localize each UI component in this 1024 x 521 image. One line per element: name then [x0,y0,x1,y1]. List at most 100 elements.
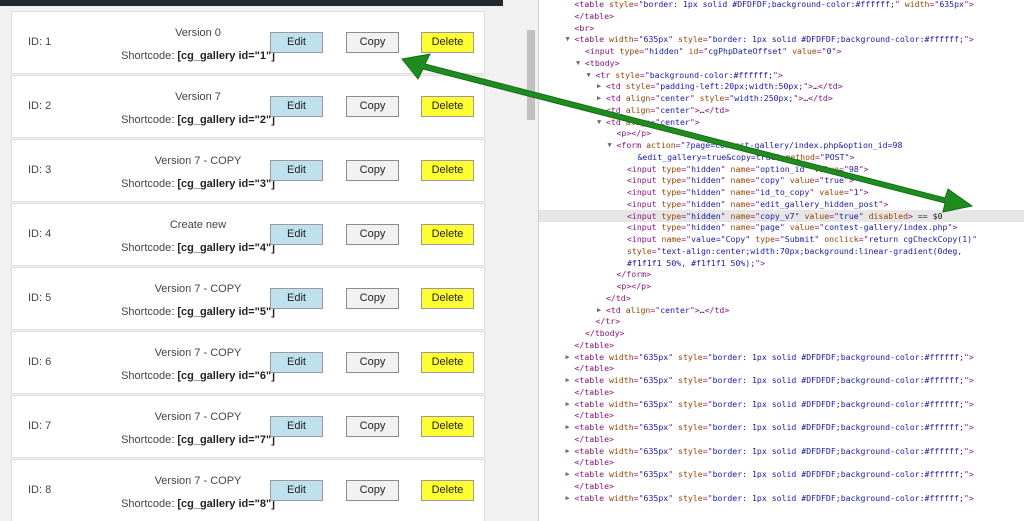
expand-triangle-icon[interactable]: ▶ [597,80,601,92]
edit-button[interactable]: Edit [270,160,323,181]
expand-triangle-icon[interactable]: ▶ [566,468,570,480]
expand-triangle-icon[interactable]: ▶ [566,492,570,504]
dom-node-line[interactable]: <p></p> [539,127,1024,139]
dom-node-line[interactable]: <p></p> [539,280,1024,292]
collapse-triangle-icon[interactable]: ▼ [576,57,580,69]
expand-triangle-icon[interactable]: ▶ [597,92,601,104]
dom-node-line[interactable]: </table> [539,362,1024,374]
dom-node-line[interactable]: <input type="hidden" name="page" value="… [539,221,1024,233]
html-tag-text: =" [698,46,709,56]
attribute-value: text-align:center;width:70px;background:… [661,245,963,256]
dom-node-line[interactable]: <input type="hidden" name="copy" value="… [539,174,1024,186]
dom-node-line[interactable]: <input name="value="Copy" type="Submit" … [539,233,1024,245]
dom-node-line[interactable]: </table> [539,10,1024,22]
gallery-id: ID: 6 [28,356,52,368]
delete-button[interactable]: Delete [421,224,474,245]
delete-button[interactable]: Delete [421,160,474,181]
attribute-name: style [678,34,703,45]
html-tag-text: " [720,198,731,209]
dom-node-line[interactable]: ▶ <table width="635px" style="border: 1px… [539,421,1024,433]
dom-node-line[interactable]: </table> [539,456,1024,468]
copy-button[interactable]: Copy [346,416,399,437]
scrollbar[interactable] [526,10,536,521]
edit-button[interactable]: Edit [270,96,323,117]
html-tag-text: </td> [606,292,631,303]
dom-node-line[interactable]: </table> [539,409,1024,421]
attribute-name: name [730,163,751,174]
dom-node-line[interactable]: ▶ <td align="center">…</td> [539,104,1024,116]
delete-button[interactable]: Delete [421,352,474,373]
edit-button[interactable]: Edit [270,352,323,373]
dom-node-line[interactable]: ▶ <table width="635px" style="border: 1px… [539,398,1024,410]
html-tag-text: "> [843,175,854,186]
dom-node-line[interactable]: &edit_gallery=true&copy=true" method="PO… [539,151,1024,163]
dom-node-line[interactable]: ▶ <td align="center">…</td> [539,304,1024,316]
copy-button[interactable]: Copy [346,352,399,373]
dom-node-line[interactable]: style="text-align:center;width:70px;back… [539,245,1024,257]
html-tag-text: =" [633,398,644,409]
delete-button[interactable]: Delete [421,480,474,501]
dom-node-line[interactable]: <input type="hidden" name="option_id" va… [539,163,1024,175]
edit-button[interactable]: Edit [270,416,323,437]
dom-node-line[interactable]: ▼ <form action="?page=contest-gallery/ind… [539,139,1024,151]
dom-node-line[interactable]: ▼ <tr style="background-color:#ffffff;"> [539,69,1024,81]
html-tag-text: "> [772,69,783,80]
dom-node-line[interactable]: <input type="hidden" name="id_to_copy" v… [539,186,1024,198]
dom-node-line[interactable]: ▶ <table width="635px" style="border: 1px… [539,468,1024,480]
edit-button[interactable]: Edit [270,224,323,245]
expand-triangle-icon[interactable]: ▶ [566,374,570,386]
html-tag-text: <table [574,469,610,479]
expand-triangle-icon[interactable]: ▶ [566,351,570,363]
dom-node-line[interactable]: </table> [539,480,1024,492]
dom-node-line[interactable]: </tr> [539,315,1024,327]
dom-node-line[interactable]: <input type="hidden" id="cgPhpDateOffset… [539,45,1024,57]
dom-node-line[interactable]: </tbody> [539,327,1024,339]
delete-button[interactable]: Delete [421,288,474,309]
dom-node-line[interactable]: <table style="border: 1px solid #DFDFDF;… [539,0,1024,10]
copy-button[interactable]: Copy [346,96,399,117]
dom-node-line[interactable]: ▶ <td align="center" style="width:250px;"… [539,92,1024,104]
dom-node-line[interactable]: <br> [539,22,1024,34]
expand-triangle-icon[interactable]: ▶ [566,445,570,457]
collapse-triangle-icon[interactable]: ▼ [566,33,570,45]
dom-node-line[interactable]: ▶ <table width="635px" style="border: 1px… [539,445,1024,457]
html-tag-text: <form [616,140,647,150]
dom-node-line[interactable]: </td> [539,292,1024,304]
dom-node-line[interactable]: #f1f1f1 50%, #f1f1f1 50%);"> [539,257,1024,269]
copy-button[interactable]: Copy [346,32,399,53]
dom-node-line[interactable]: <input type="hidden" name="edit_gallery_… [539,198,1024,210]
edit-button[interactable]: Edit [270,288,323,309]
dom-node-line[interactable]: ▶ <table width="635px" style="border: 1px… [539,374,1024,386]
shortcode-label: Shortcode: [121,242,175,254]
copy-button[interactable]: Copy [346,224,399,245]
collapse-triangle-icon[interactable]: ▼ [608,139,612,151]
collapse-triangle-icon[interactable]: ▼ [587,69,591,81]
dom-node-line-selected[interactable]: <input type="hidden" name="copy_v7" valu… [539,209,1024,222]
expand-triangle-icon[interactable]: ▶ [597,104,601,116]
dom-node-line[interactable]: </table> [539,339,1024,351]
copy-button[interactable]: Copy [346,288,399,309]
dom-node-line[interactable]: ▶ <td style="padding-left:20px;width:50px… [539,80,1024,92]
dom-node-line[interactable]: ▼ <tbody> [539,57,1024,69]
delete-button[interactable]: Delete [421,416,474,437]
edit-button[interactable]: Edit [270,32,323,53]
copy-button[interactable]: Copy [346,480,399,501]
dom-node-line[interactable]: ▼ <table width="635px" style="border: 1px… [539,33,1024,45]
expand-triangle-icon[interactable]: ▶ [566,398,570,410]
html-tag-text: <p></p> [616,128,652,139]
expand-triangle-icon[interactable]: ▶ [566,421,570,433]
attribute-name: value [792,46,817,56]
edit-button[interactable]: Edit [270,480,323,501]
dom-node-line[interactable]: </table> [539,386,1024,398]
expand-triangle-icon[interactable]: ▶ [597,304,601,316]
dom-node-line[interactable]: ▼ <td align="center"> [539,116,1024,128]
copy-button[interactable]: Copy [346,160,399,181]
dom-node-line[interactable]: </table> [539,433,1024,445]
dom-node-line[interactable]: ▶ <table width="635px" style="border: 1px… [539,351,1024,363]
scrollbar-thumb[interactable] [527,30,535,120]
dom-node-line[interactable]: </form> [539,268,1024,280]
delete-button[interactable]: Delete [421,96,474,117]
delete-button[interactable]: Delete [421,32,474,53]
dom-node-line[interactable]: ▶ <table width="635px" style="border: 1px… [539,492,1024,504]
collapse-triangle-icon[interactable]: ▼ [597,116,601,128]
